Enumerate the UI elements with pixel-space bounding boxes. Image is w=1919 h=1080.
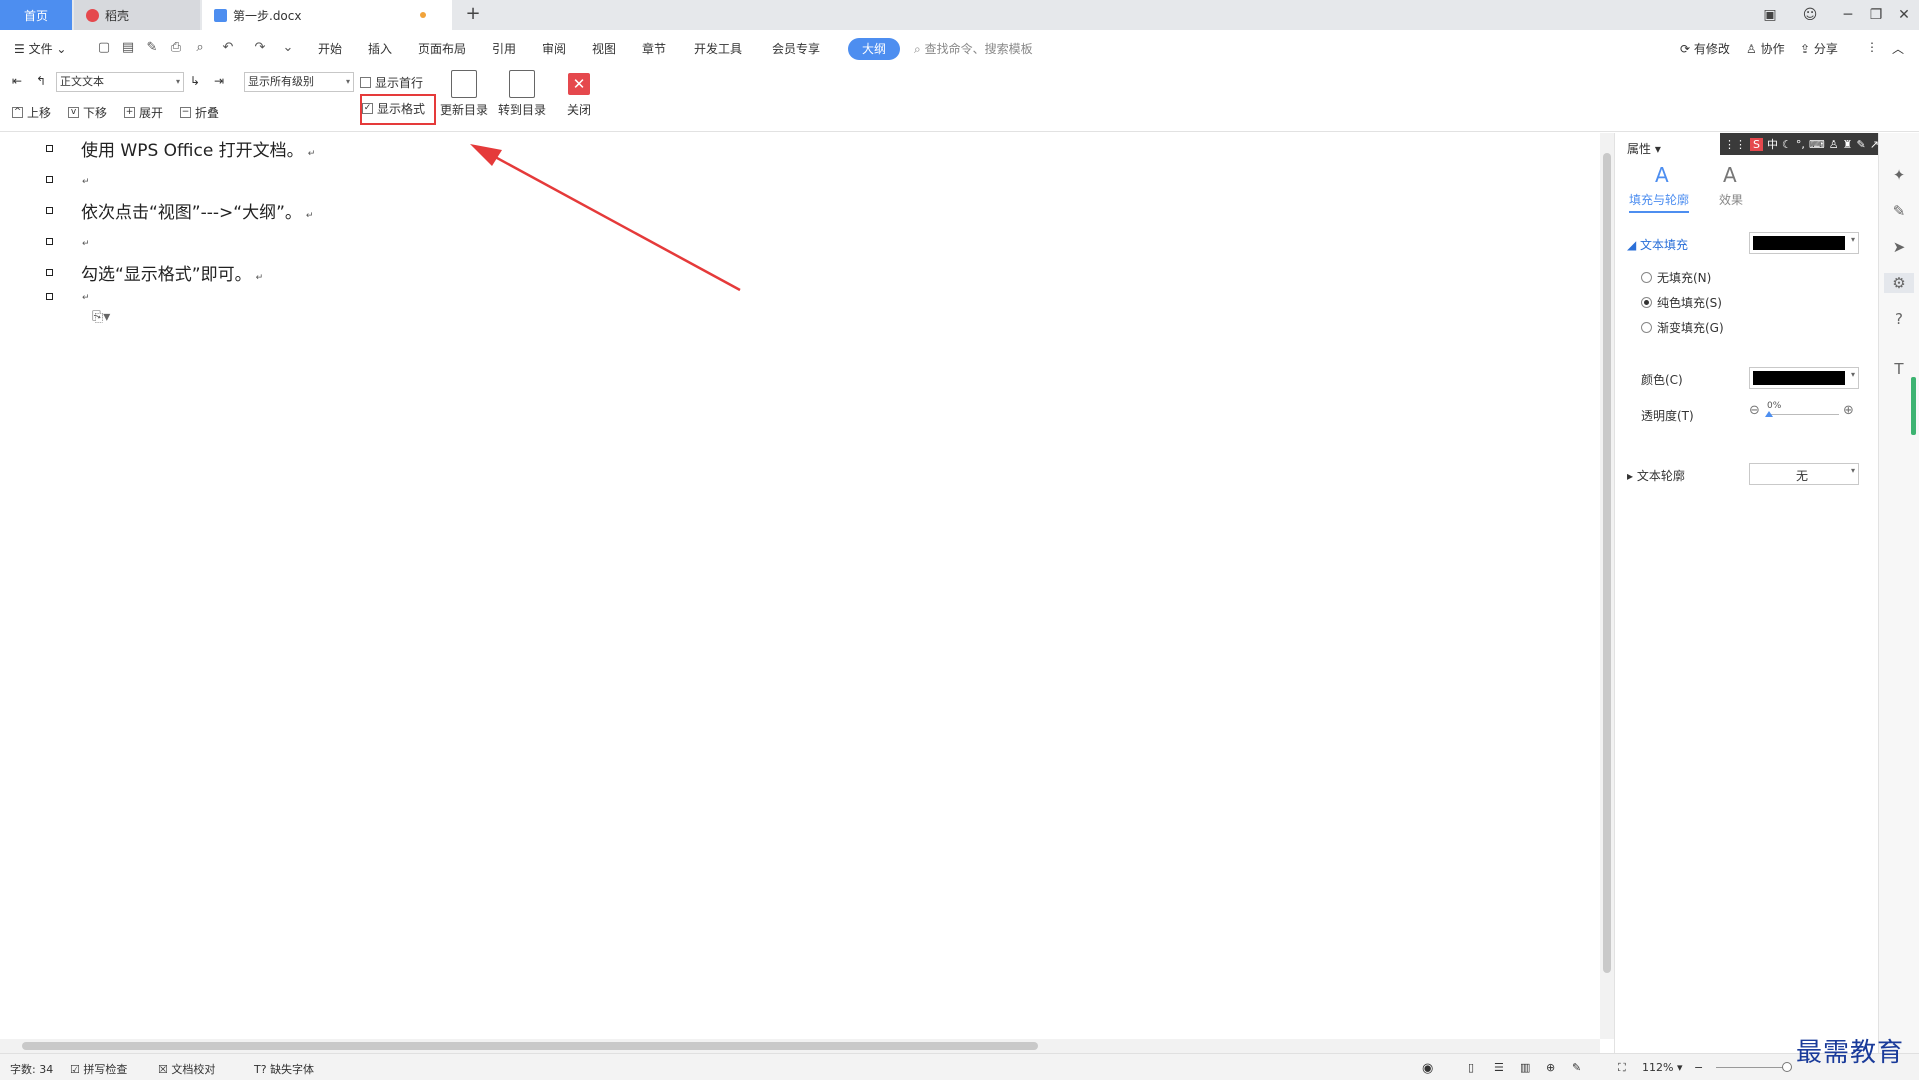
ime-keyboard-icon[interactable]: ⌨ [1809,138,1825,151]
no-fill-radio[interactable]: 无填充(N) [1641,269,1711,286]
transparency-increase-icon[interactable]: ⊕ [1843,403,1854,418]
transparency-slider-handle[interactable] [1765,411,1773,417]
tab-effect[interactable]: 效果 [1719,191,1743,208]
radio-icon [1641,322,1652,333]
ime-grip-icon: ⋮⋮ [1724,137,1746,151]
zoom-level[interactable]: 112% ▾ [1642,1061,1682,1074]
missing-font-button[interactable]: T? 缺失字体 [254,1061,314,1077]
solid-fill-radio[interactable]: 纯色填充(S) [1641,294,1722,311]
fill-color-swatch [1753,236,1845,250]
gradient-fill-label: 渐变填充(G) [1657,321,1724,335]
ime-punct-icon[interactable]: °, [1796,138,1805,151]
pen-icon[interactable]: ✎ [1572,1061,1581,1074]
vertical-scrollbar[interactable] [1600,133,1614,1039]
text-outline-label: 文本轮廓 [1636,469,1685,483]
watermark-logo: 最需教育 [1796,1038,1905,1068]
ime-shirt-icon[interactable]: ♜ [1843,138,1853,151]
text-fill-label: 文本填充 [1640,238,1689,252]
solid-fill-label: 纯色填充(S) [1657,296,1722,310]
fit-page-icon[interactable]: ⛶ [1618,1061,1626,1075]
eye-protection-icon[interactable]: ◉ [1422,1061,1433,1076]
color-picker[interactable]: ▾ [1749,367,1859,389]
transparency-label: 透明度(T) [1641,409,1694,423]
outline-view-icon[interactable]: ☰ [1494,1061,1504,1074]
web-view-icon[interactable]: ⊕ [1546,1061,1555,1074]
edit-icon[interactable]: ✎ [1889,201,1909,221]
side-toolbar: ✦ ✎ ➤ ⚙ ? T [1878,133,1919,1053]
text-fill-tab-icon: A [1655,163,1669,187]
transparency-value: 0% [1767,401,1782,411]
doc-proof-button[interactable]: ☒ 文档校对 [158,1061,215,1077]
arrow-head [470,144,502,166]
gradient-fill-radio[interactable]: 渐变填充(G) [1641,319,1724,336]
zoom-slider-handle[interactable] [1782,1062,1792,1072]
property-icon[interactable]: ⚙ [1884,273,1914,293]
spell-check-button[interactable]: ☑ 拼写检查 [70,1061,127,1077]
ime-user-icon[interactable]: ♙ [1829,138,1839,151]
doc-proof-label: 文档校对 [171,1063,216,1076]
color-swatch [1753,371,1845,385]
missing-font-label: 缺失字体 [270,1063,315,1076]
read-view-icon[interactable]: ▥ [1520,1061,1530,1074]
missing-font-icon: T? [254,1063,267,1076]
no-fill-label: 无填充(N) [1657,271,1712,285]
transparency-decrease-icon[interactable]: ⊖ [1749,403,1760,418]
ime-tool-icon[interactable]: ✎ [1857,138,1866,151]
ime-moon-icon[interactable]: ☾ [1782,138,1792,151]
page-view-icon[interactable]: ▯ [1468,1061,1474,1074]
transparency-slider[interactable] [1767,414,1839,415]
style-icon[interactable]: ✦ [1889,165,1909,185]
text-fill-section[interactable]: ◢ 文本填充 [1627,236,1688,253]
radio-icon [1641,272,1652,283]
horizontal-scroll-thumb[interactable] [22,1042,1038,1050]
pane-scroll-indicator [1911,377,1916,435]
spell-check-label: 拼写检查 [83,1063,128,1076]
sogou-logo: S [1750,137,1763,151]
text-outline-select[interactable]: 无 ▾ [1749,463,1859,485]
zoom-slider[interactable] [1716,1067,1786,1068]
pane-title-label: 属性 [1627,142,1652,156]
word-count[interactable]: 字数: 34 [10,1061,53,1077]
pane-title[interactable]: 属性 ▾ [1627,140,1661,157]
horizontal-scrollbar[interactable] [0,1039,1600,1053]
text-fill-color-picker[interactable]: ▾ [1749,232,1859,254]
text-outline-value: 无 [1796,469,1809,483]
select-icon[interactable]: ➤ [1889,237,1909,257]
text-outline-section[interactable]: ▸ 文本轮廓 [1627,467,1685,484]
text-effect-tab-icon: A [1723,163,1737,187]
arrow-shaft [485,150,741,292]
vertical-scroll-thumb[interactable] [1603,153,1611,973]
help-icon[interactable]: ? [1889,309,1909,329]
radio-selected-icon [1641,297,1652,308]
status-bar: 字数: 34 ☑ 拼写检查 ☒ 文档校对 T? 缺失字体 ◉ ▯ ☰ ▥ ⊕ ✎… [0,1053,1919,1080]
spell-check-icon: ☑ [70,1063,80,1076]
color-label: 颜色(C) [1641,373,1683,387]
zoom-value: 112% [1642,1061,1674,1074]
tab-fill-outline[interactable]: 填充与轮廓 [1629,191,1690,213]
zoom-out-icon[interactable]: − [1694,1061,1703,1074]
text-icon[interactable]: T [1889,359,1909,379]
property-pane: 属性 ▾ A 填充与轮廓 A 效果 ◢ 文本填充 ▾ 无填充(N) 纯色填充(S… [1614,133,1878,1053]
doc-proof-icon: ☒ [158,1063,168,1076]
ime-language-toggle[interactable]: 中 [1767,136,1778,152]
